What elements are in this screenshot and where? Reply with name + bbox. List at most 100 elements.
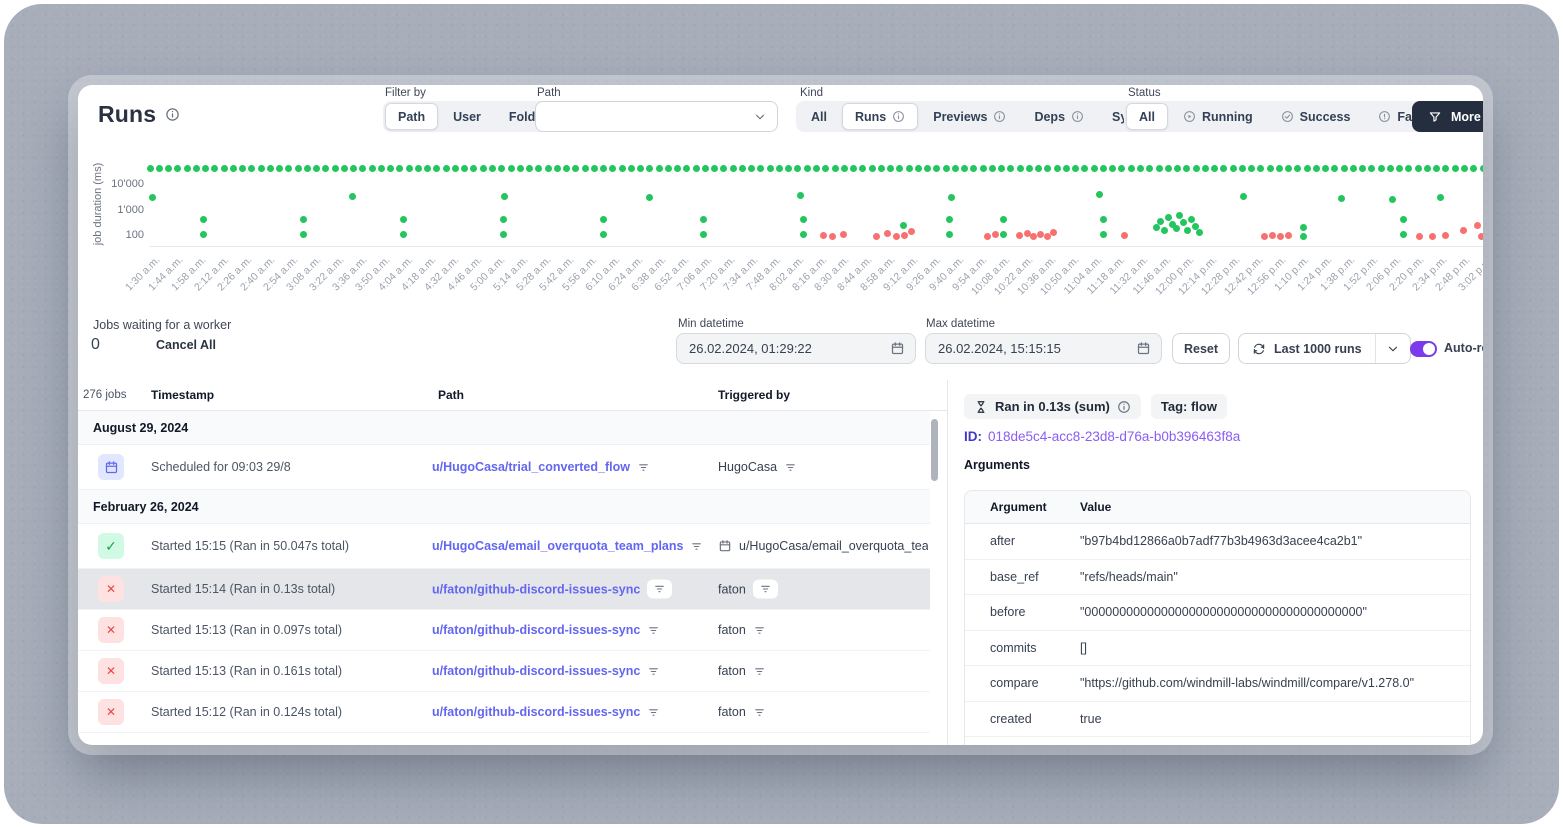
job-dot-success[interactable] [646,165,653,172]
job-path-link[interactable]: u/faton/github-discord-issues-sync [432,705,640,719]
job-dot-failure[interactable] [1261,233,1268,240]
status-option-success[interactable]: Success [1268,103,1364,130]
job-dot-success[interactable] [1313,165,1320,172]
job-dot-failure[interactable] [908,228,915,235]
job-dot-success[interactable] [1026,165,1033,172]
calendar-icon[interactable] [1136,341,1151,356]
kind-option-all[interactable]: All [798,103,840,130]
job-dot-success[interactable] [1300,233,1307,240]
job-dot-success[interactable] [859,165,866,172]
job-dot-success[interactable] [1248,165,1255,172]
job-dot-success[interactable] [193,165,200,172]
job-row[interactable]: ✕Started 15:13 (Ran in 0.097s total)u/fa… [78,610,930,651]
job-dot-failure[interactable] [840,231,847,238]
job-dot-success[interactable] [841,165,848,172]
job-dot-success[interactable] [174,165,181,172]
job-dot-success[interactable] [1161,227,1168,234]
job-dot-success[interactable] [933,165,940,172]
job-dot-failure[interactable] [1416,233,1423,240]
job-dot-success[interactable] [1405,165,1412,172]
job-dot-success[interactable] [498,165,505,172]
job-dot-success[interactable] [433,165,440,172]
job-row[interactable]: ✕Started 15:12 (Ran in 0.124s total)u/fa… [78,692,930,733]
job-dot-success[interactable] [619,165,626,172]
job-dot-success[interactable] [1044,165,1051,172]
job-dot-success[interactable] [1415,165,1422,172]
job-dot-success[interactable] [900,222,907,229]
job-dot-success[interactable] [989,165,996,172]
cancel-all-button[interactable]: Cancel All [156,338,216,352]
job-dot-success[interactable] [387,165,394,172]
job-dot-success[interactable] [1442,165,1449,172]
job-dot-success[interactable] [1304,165,1311,172]
job-dot-success[interactable] [1174,165,1181,172]
job-dot-success[interactable] [1378,165,1385,172]
job-dot-success[interactable] [369,165,376,172]
min-datetime-input[interactable]: 26.02.2024, 01:29:22 [676,333,916,364]
job-dot-success[interactable] [200,216,207,223]
job-dot-success[interactable] [1184,227,1191,234]
table-scrollbar[interactable] [930,415,939,739]
job-dot-success[interactable] [896,165,903,172]
job-dot-success[interactable] [998,165,1005,172]
job-dot-success[interactable] [248,165,255,172]
job-dot-success[interactable] [1000,216,1007,223]
job-dot-success[interactable] [1153,224,1160,231]
job-dot-success[interactable] [1368,165,1375,172]
job-dot-success[interactable] [600,231,607,238]
job-dot-failure[interactable] [901,232,908,239]
job-dot-success[interactable] [1188,216,1195,223]
job-dot-success[interactable] [1100,165,1107,172]
job-dot-success[interactable] [943,165,950,172]
job-dot-success[interactable] [1128,165,1135,172]
job-dot-success[interactable] [952,165,959,172]
job-dot-success[interactable] [295,165,302,172]
job-dot-failure[interactable] [1442,232,1449,239]
job-dot-success[interactable] [1338,195,1345,202]
job-dot-success[interactable] [1239,165,1246,172]
job-dot-success[interactable] [1294,165,1301,172]
job-dot-success[interactable] [480,165,487,172]
job-dot-success[interactable] [535,165,542,172]
job-dot-success[interactable] [406,165,413,172]
job-dot-success[interactable] [202,165,209,172]
job-dot-failure[interactable] [873,233,880,240]
job-dot-success[interactable] [748,165,755,172]
job-dot-success[interactable] [948,194,955,201]
job-dot-success[interactable] [1433,165,1440,172]
job-dot-success[interactable] [1437,194,1444,201]
job-dot-success[interactable] [582,165,589,172]
filter-by-triggerer-button[interactable] [784,461,797,474]
job-dot-success[interactable] [794,165,801,172]
job-dot-success[interactable] [628,165,635,172]
job-dot-success[interactable] [1180,219,1187,226]
job-dot-success[interactable] [1173,225,1180,232]
max-datetime-input[interactable]: 26.02.2024, 15:15:15 [925,333,1162,364]
job-dot-success[interactable] [693,165,700,172]
job-dot-success[interactable] [200,231,207,238]
job-dot-failure[interactable] [1269,232,1276,239]
job-dot-success[interactable] [1137,165,1144,172]
job-dot-success[interactable] [554,165,561,172]
job-dot-success[interactable] [1202,165,1209,172]
job-dot-success[interactable] [267,165,274,172]
job-dot-success[interactable] [946,216,953,223]
job-dot-success[interactable] [674,165,681,172]
job-dot-success[interactable] [665,165,672,172]
job-dot-success[interactable] [1054,165,1061,172]
job-dot-failure[interactable] [1285,232,1292,239]
job-dot-success[interactable] [757,165,764,172]
job-dot-success[interactable] [600,165,607,172]
job-dot-success[interactable] [443,165,450,172]
job-dot-success[interactable] [1424,165,1431,172]
job-dot-success[interactable] [424,165,431,172]
job-dot-success[interactable] [730,165,737,172]
job-dot-success[interactable] [1183,165,1190,172]
job-dot-success[interactable] [906,165,913,172]
job-dot-success[interactable] [572,165,579,172]
job-dot-success[interactable] [1257,165,1264,172]
job-dot-failure[interactable] [992,231,999,238]
job-dot-success[interactable] [526,165,533,172]
job-path-link[interactable]: u/HugoCasa/trial_converted_flow [432,460,630,474]
job-dot-success[interactable] [924,165,931,172]
